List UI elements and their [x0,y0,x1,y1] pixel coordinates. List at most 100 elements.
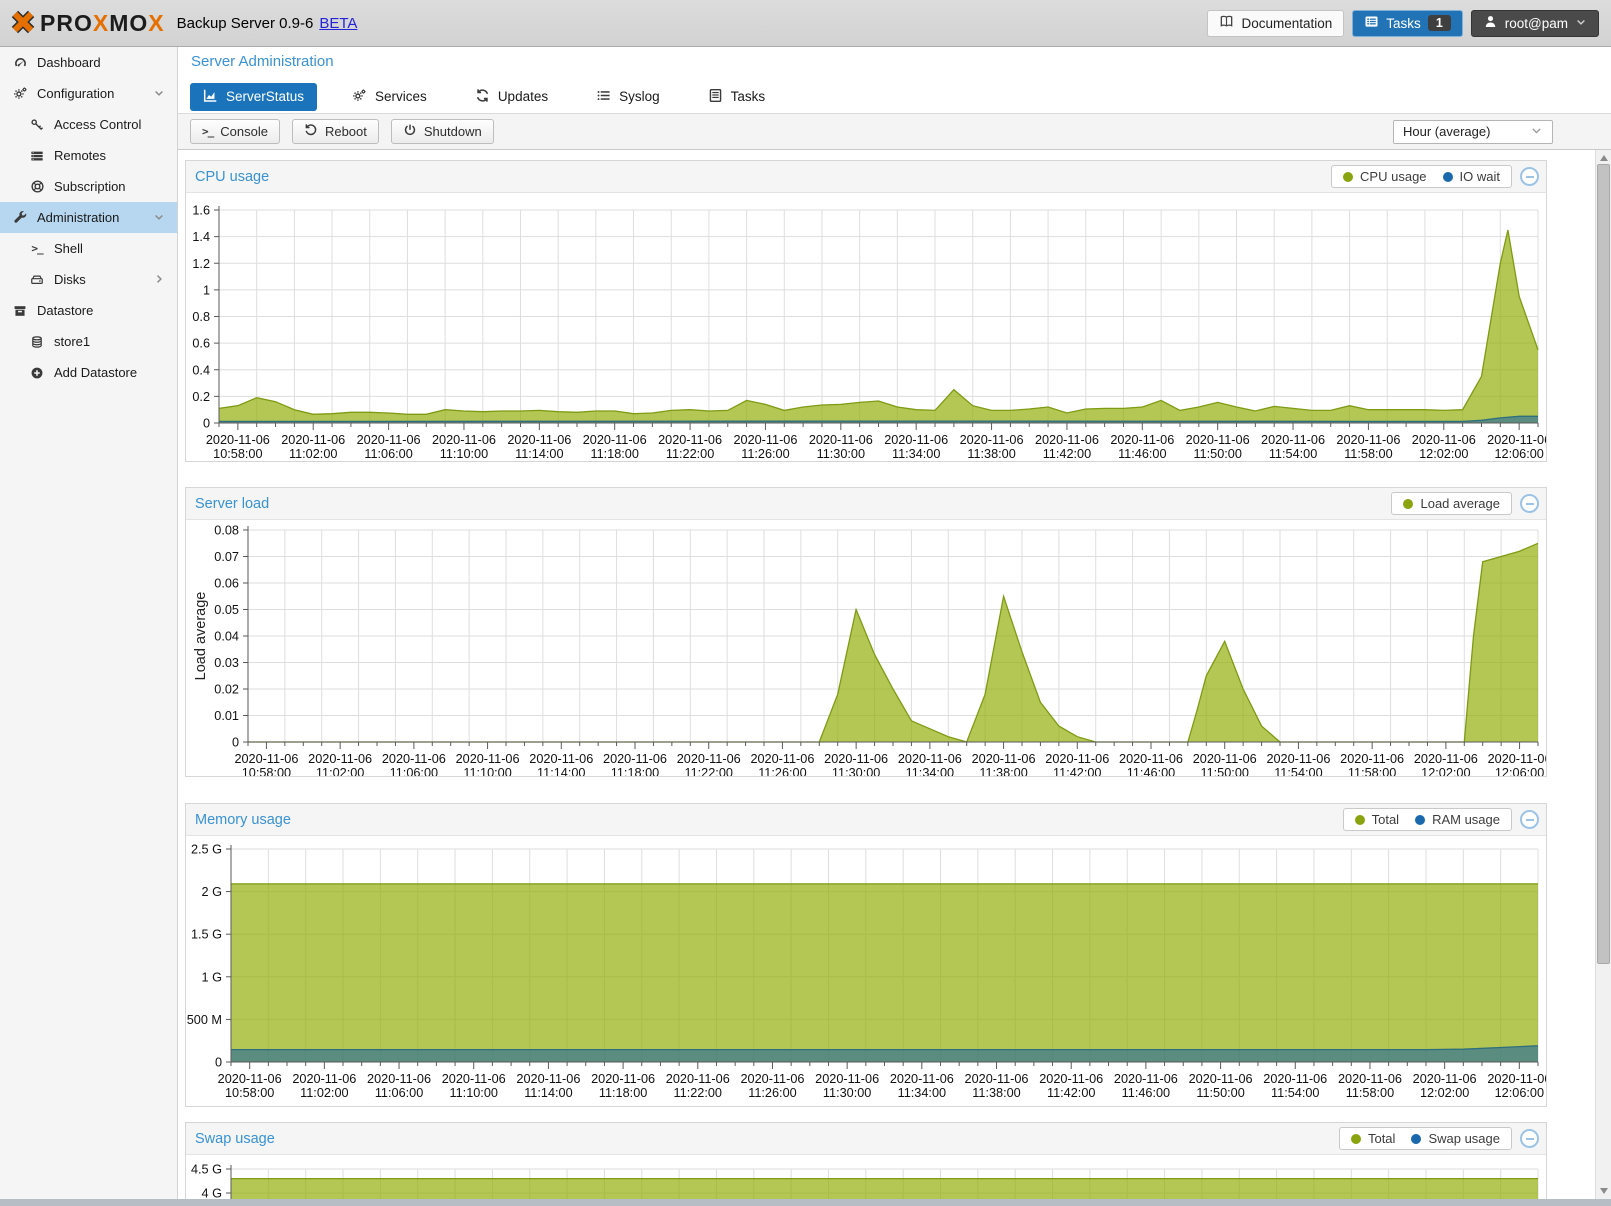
svg-text:11:42:00: 11:42:00 [1047,1086,1095,1100]
svg-text:11:22:00: 11:22:00 [674,1086,722,1100]
svg-text:2020-11-06: 2020-11-06 [308,752,372,766]
svg-text:2020-11-06: 2020-11-06 [206,433,270,447]
sidebar-item-access-control[interactable]: Access Control [0,109,177,140]
svg-text:1.4: 1.4 [192,230,210,244]
svg-text:0: 0 [215,1056,222,1070]
legend-dot-icon [1411,1134,1421,1144]
svg-text:0: 0 [232,736,239,750]
svg-text:2020-11-06: 2020-11-06 [218,1072,282,1086]
collapse-panel-icon[interactable] [1520,810,1539,829]
refresh-icon [475,88,490,106]
sidebar-item-store1[interactable]: store1 [0,326,177,357]
terminal-icon: >_ [202,125,213,138]
scroll-down-arrow-icon[interactable] [1600,1188,1608,1194]
chevron-down-icon[interactable] [153,211,165,226]
beta-link[interactable]: BETA [319,15,357,32]
svg-text:2020-11-06: 2020-11-06 [677,752,741,766]
legend-item[interactable]: Total [1355,812,1399,827]
svg-text:11:26:00: 11:26:00 [758,766,806,776]
svg-text:2020-11-06: 2020-11-06 [815,1072,879,1086]
panel-header: Memory usageTotalRAM usage [186,804,1546,836]
sidebar-item-remotes[interactable]: Remotes [0,140,177,171]
legend-dot-icon [1355,815,1365,825]
svg-text:11:18:00: 11:18:00 [611,766,659,776]
svg-text:2020-11-06: 2020-11-06 [733,433,797,447]
svg-text:2020-11-06: 2020-11-06 [740,1072,804,1086]
legend-dot-icon [1403,499,1413,509]
svg-text:0.8: 0.8 [192,310,210,324]
reboot-button[interactable]: Reboot [292,119,379,144]
legend-item[interactable]: Swap usage [1411,1131,1500,1146]
chevron-down-icon [1530,124,1543,140]
sidebar-item-add-datastore[interactable]: Add Datastore [0,357,177,388]
sidebar-item-subscription[interactable]: Subscription [0,171,177,202]
chart-legend: CPU usage IO wait [1331,165,1512,188]
svg-text:2020-11-06: 2020-11-06 [658,433,722,447]
scroll-up-arrow-icon[interactable] [1600,155,1608,161]
archive-icon [10,304,30,318]
legend-dot-icon [1415,815,1425,825]
user-menu-button[interactable]: root@pam [1471,10,1599,37]
svg-text:2020-11-06: 2020-11-06 [1266,752,1330,766]
chart-area-icon [203,88,218,106]
svg-text:0.01: 0.01 [214,709,239,723]
chart-memory-usage: 0500 M1 G1.5 G2 G2.5 G2020-11-0610:58:00… [186,836,1546,1106]
console-button[interactable]: >_ Console [190,119,280,144]
documentation-button[interactable]: Documentation [1207,10,1344,37]
tab-tasks[interactable]: Tasks [695,83,779,111]
collapse-panel-icon[interactable] [1520,167,1539,186]
sidebar-item-datastore[interactable]: Datastore [0,295,177,326]
scrollbar-thumb[interactable] [1597,164,1610,964]
charts-content: CPU usageCPU usageIO wait00.20.40.60.811… [178,150,1611,1199]
timeframe-select[interactable]: Hour (average) [1393,120,1553,144]
gears-icon [10,86,30,101]
legend-item[interactable]: CPU usage [1343,169,1426,184]
legend-item[interactable]: IO wait [1443,169,1500,184]
sidebar-item-configuration[interactable]: Configuration [0,78,177,109]
svg-text:2020-11-06: 2020-11-06 [1412,433,1476,447]
chevron-right-icon[interactable] [153,273,165,288]
svg-text:2020-11-06: 2020-11-06 [367,1072,431,1086]
panel-header: Swap usageTotalSwap usage [186,1123,1546,1155]
collapse-panel-icon[interactable] [1520,1129,1539,1148]
sidebar-item-administration[interactable]: Administration [0,202,177,233]
svg-text:11:58:00: 11:58:00 [1344,447,1392,461]
tab-bar: ServerStatus Services Updates Syslog Tasks [190,82,778,111]
svg-text:11:02:00: 11:02:00 [289,447,337,461]
tab-syslog[interactable]: Syslog [583,83,673,111]
legend-dot-icon [1351,1134,1361,1144]
collapse-panel-icon[interactable] [1520,494,1539,513]
proxmox-logo: PROXMOX [10,9,165,38]
svg-text:11:14:00: 11:14:00 [537,766,585,776]
sidebar-item-shell[interactable]: >_Shell [0,233,177,264]
user-icon [1483,14,1498,32]
sidebar-item-dashboard[interactable]: Dashboard [0,47,177,78]
chevron-down-icon[interactable] [153,87,165,102]
svg-text:0.07: 0.07 [214,550,239,564]
svg-text:11:58:00: 11:58:00 [1348,766,1396,776]
chart-server-load: 00.010.020.030.040.050.060.070.082020-11… [186,520,1546,776]
svg-text:12:06:00: 12:06:00 [1495,766,1544,776]
tab-serverstatus[interactable]: ServerStatus [190,83,317,111]
svg-text:11:50:00: 11:50:00 [1196,1086,1244,1100]
svg-text:12:02:00: 12:02:00 [1421,766,1470,776]
svg-text:2020-11-06: 2020-11-06 [292,1072,356,1086]
vertical-scrollbar[interactable] [1595,150,1611,1199]
svg-text:2020-11-06: 2020-11-06 [1110,433,1174,447]
legend-item[interactable]: Total [1351,1131,1395,1146]
svg-text:11:06:00: 11:06:00 [375,1086,423,1100]
legend-item[interactable]: RAM usage [1415,812,1500,827]
svg-text:11:18:00: 11:18:00 [599,1086,647,1100]
tab-updates[interactable]: Updates [462,83,561,111]
tasks-button[interactable]: Tasks 1 [1352,10,1462,37]
toolbar: >_ Console Reboot Shutdown Hour (average… [178,113,1611,150]
svg-text:2020-11-06: 2020-11-06 [1413,1072,1477,1086]
tab-services[interactable]: Services [339,83,440,111]
shutdown-button[interactable]: Shutdown [391,119,494,144]
sidebar-item-disks[interactable]: Disks [0,264,177,295]
svg-text:11:18:00: 11:18:00 [590,447,638,461]
svg-text:2020-11-06: 2020-11-06 [1114,1072,1178,1086]
harddisk-icon [27,273,47,287]
legend-item[interactable]: Load average [1403,496,1500,511]
svg-text:2020-11-06: 2020-11-06 [583,433,647,447]
